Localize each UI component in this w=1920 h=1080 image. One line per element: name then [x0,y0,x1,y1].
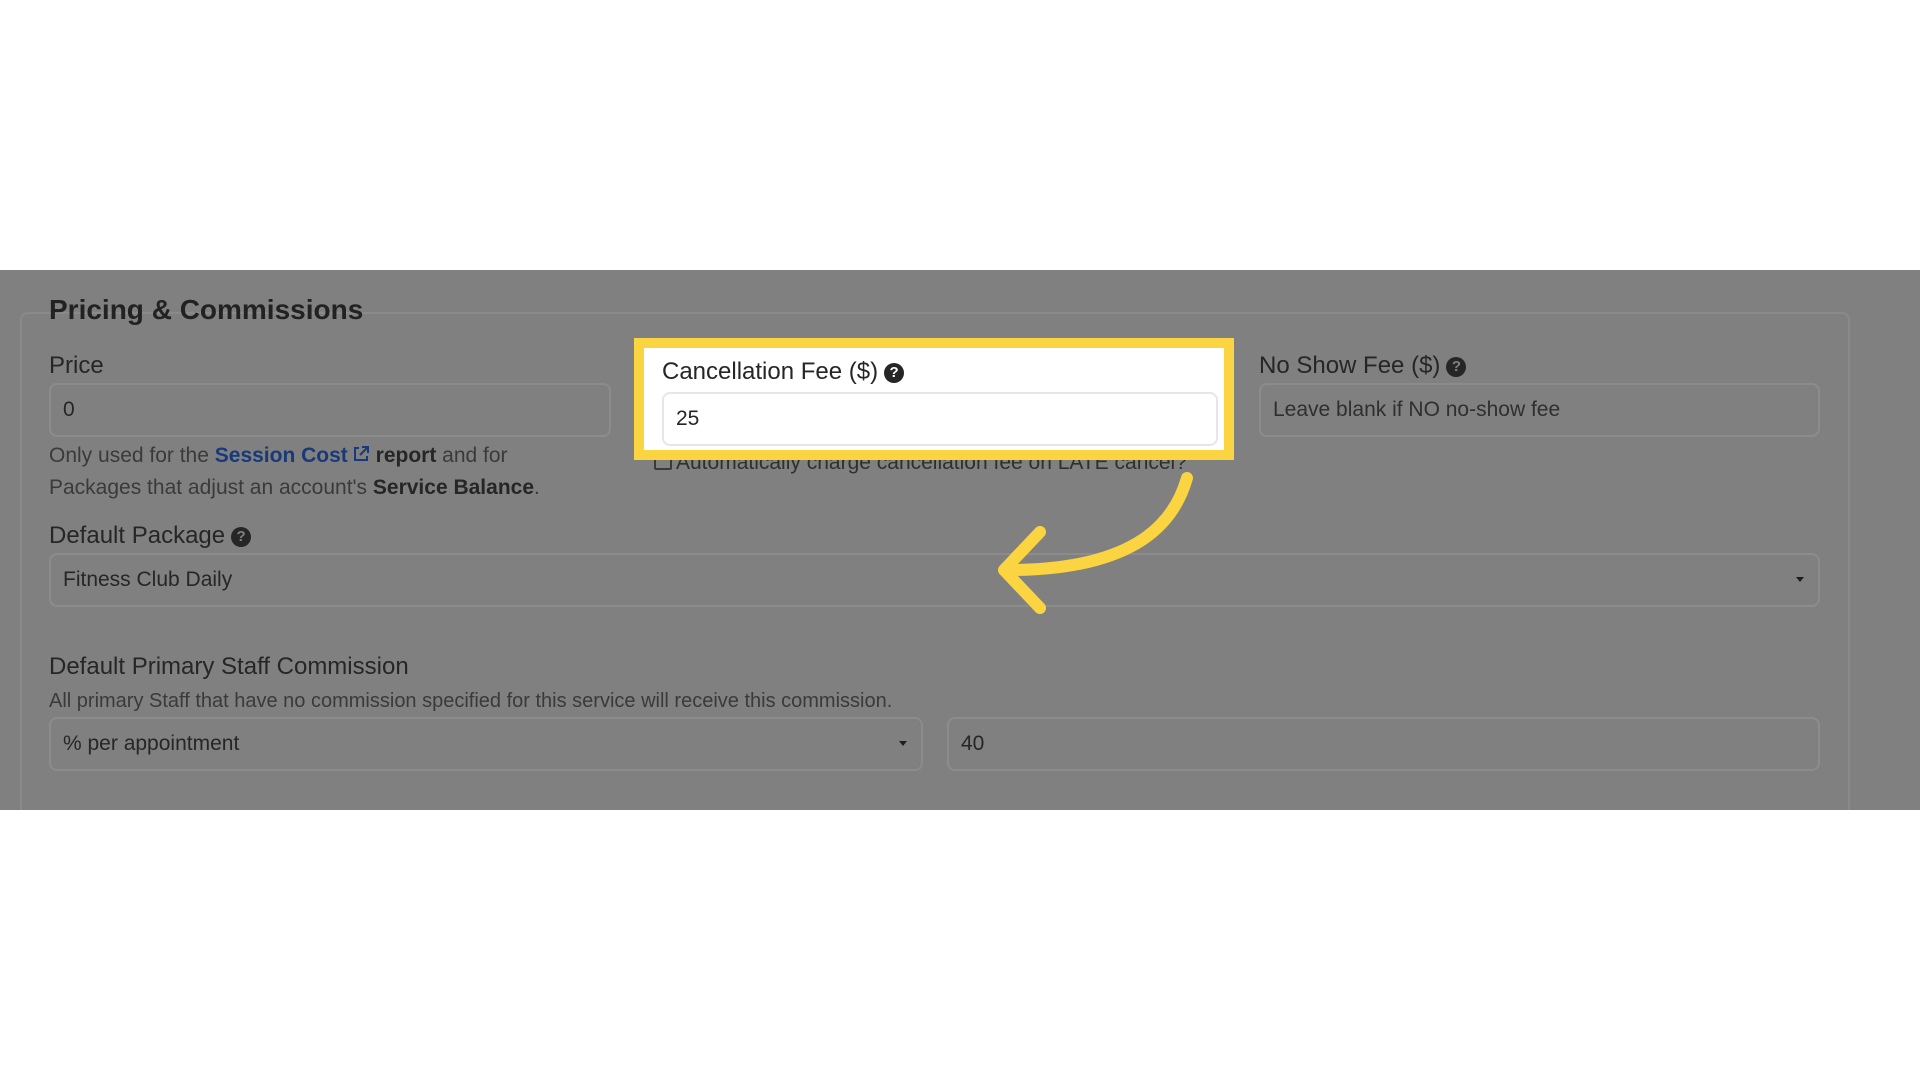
question-circle-icon[interactable]: ? [884,363,905,383]
default-package-select[interactable]: Fitness Club Daily [49,553,1820,607]
price-help-mid: and for [436,444,508,467]
commission-type-select[interactable]: % per appointment [49,717,923,771]
external-link-icon[interactable] [352,445,370,463]
session-cost-link[interactable]: Session Cost [215,444,348,467]
default-package-label-text: Default Package [49,522,226,549]
section-title: Pricing & Commissions [49,294,364,325]
chevron-down-icon [899,741,907,746]
price-help-suffix: . [534,476,540,499]
cancellation-fee-label-text: Cancellation Fee ($) [662,358,879,385]
commission-description: All primary Staff that have no commissio… [49,690,893,712]
price-help-line2: Packages that adjust an account's [49,476,373,499]
price-label: Price [49,352,104,379]
chevron-down-icon [1796,577,1804,582]
no-show-fee-label-text: No Show Fee ($) [1259,352,1441,379]
default-package-label: Default Package? [49,522,252,550]
service-balance-text: Service Balance [372,476,534,499]
cancellation-fee-input[interactable]: 25 [662,392,1218,446]
cancellation-fee-label: Cancellation Fee ($)? [662,358,905,386]
price-help-prefix: Only used for the [49,444,215,467]
price-input[interactable]: 0 [49,383,611,437]
commission-type-selected: % per appointment [63,732,240,755]
cancellation-fee-highlight: Cancellation Fee ($)? 25 [634,338,1234,460]
price-help-text: Only used for the Session Cost report an… [49,440,540,504]
question-circle-icon[interactable]: ? [231,527,252,547]
commission-amount-input[interactable]: 40 [947,717,1820,771]
no-show-fee-label: No Show Fee ($)? [1259,352,1467,380]
commission-label: Default Primary Staff Commission [49,653,409,680]
question-circle-icon[interactable]: ? [1446,357,1467,377]
default-package-selected: Fitness Club Daily [63,568,233,591]
report-bold-text: report [369,444,437,467]
no-show-fee-input[interactable]: Leave blank if NO no-show fee [1259,383,1820,437]
curved-arrow-icon [998,472,1193,614]
